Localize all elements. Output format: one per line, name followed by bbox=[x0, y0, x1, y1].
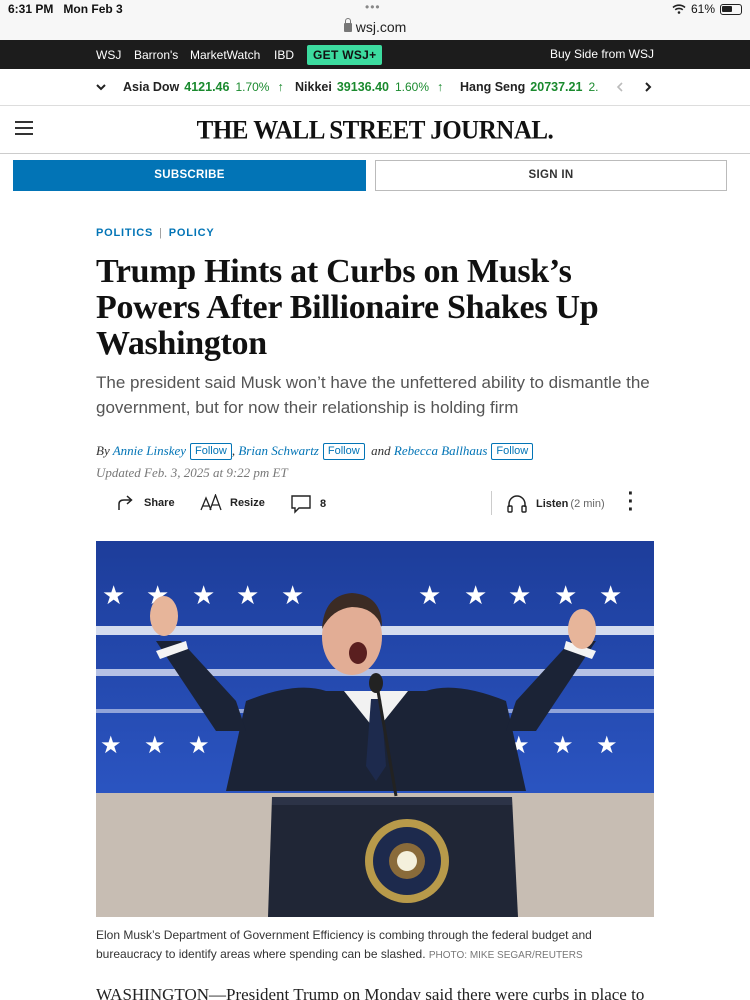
svg-text:★: ★ bbox=[552, 732, 574, 759]
svg-text:★: ★ bbox=[508, 580, 531, 610]
market-ticker: Asia Dow 4121.46 1.70% ↑ Nikkei 39136.40 1.60… bbox=[0, 69, 750, 106]
photo-credit: PHOTO: MIKE SEGAR/REUTERS bbox=[428, 950, 583, 961]
more-options-icon[interactable]: · · · bbox=[626, 484, 636, 520]
article-hero-image[interactable]: ★ ★ ★ ★ ★ ★ ★ ★ ★ ★ ★ ★ ★ ★ ★ ★ bbox=[96, 541, 654, 917]
svg-text:★: ★ bbox=[144, 732, 166, 759]
multitask-dots-icon[interactable]: ••• bbox=[365, 0, 381, 14]
svg-text:★: ★ bbox=[192, 580, 215, 610]
chevron-down-icon[interactable] bbox=[95, 82, 107, 92]
toolbar-divider bbox=[491, 491, 492, 515]
resize-button[interactable]: Resize bbox=[200, 494, 265, 512]
comment-count: 8 bbox=[320, 498, 327, 510]
listen-button[interactable]: Listen (2 min) bbox=[506, 494, 605, 514]
updated-timestamp: Updated Feb. 3, 2025 at 9:22 pm ET bbox=[96, 465, 288, 480]
arrow-up-icon: ↑ bbox=[437, 80, 444, 94]
battery-icon bbox=[720, 3, 742, 15]
subscribe-button[interactable]: SUBSCRIBE bbox=[13, 160, 366, 191]
svg-text:★: ★ bbox=[418, 580, 441, 610]
arrow-up-icon: ↑ bbox=[277, 80, 284, 94]
buy-side-link[interactable]: Buy Side from WSJ bbox=[550, 47, 654, 61]
ticker-item[interactable]: Hang Seng 20737.21 2. bbox=[460, 80, 598, 94]
svg-text:★: ★ bbox=[102, 580, 125, 610]
follow-button[interactable]: Follow bbox=[491, 443, 534, 460]
network-sites-bar: WSJ Barron's MarketWatch IBD GET WSJ+ Bu… bbox=[0, 40, 750, 69]
author-link[interactable]: Brian Schwartz bbox=[238, 443, 319, 458]
follow-button[interactable]: Follow bbox=[190, 443, 232, 460]
section-link-politics[interactable]: POLITICS bbox=[96, 227, 153, 239]
browser-status-bar: 6:31 PM Mon Feb 3 ••• wsj.com 61% bbox=[0, 0, 750, 40]
lock-icon bbox=[343, 18, 352, 32]
follow-button[interactable]: Follow bbox=[322, 443, 365, 460]
ticker-item[interactable]: Nikkei 39136.40 1.60% ↑ bbox=[295, 80, 443, 94]
wsj-logo[interactable]: THE WALL STREET JOURNAL. bbox=[0, 116, 750, 145]
byline: By Annie Linskey Follow, Brian Schwartz Fo… bbox=[96, 443, 534, 460]
masthead: THE WALL STREET JOURNAL. bbox=[0, 106, 750, 154]
author-link[interactable]: Annie Linskey bbox=[113, 443, 186, 458]
battery-percent: 61% bbox=[690, 2, 715, 16]
svg-text:★: ★ bbox=[188, 732, 210, 759]
chevron-left-icon[interactable] bbox=[615, 81, 625, 93]
article-dek: The president said Musk won’t have the u… bbox=[96, 373, 650, 417]
get-wsj-plus-button[interactable]: GET WSJ+ bbox=[307, 45, 383, 65]
svg-text:★: ★ bbox=[554, 580, 577, 610]
comments-button[interactable]: 8 bbox=[290, 494, 326, 514]
status-time: 6:31 PM Mon Feb 3 bbox=[8, 2, 123, 16]
status-indicators: 61% bbox=[672, 2, 742, 16]
article-toolbar: Share Resize 8 Listen (2 min) · · · bbox=[0, 484, 750, 520]
article-headline: Trump Hints at Curbs on Musk’s Powers Af… bbox=[96, 253, 599, 362]
section-link-policy[interactable]: POLICY bbox=[169, 227, 215, 239]
site-link-wsj[interactable]: WSJ bbox=[96, 48, 121, 62]
comment-icon bbox=[291, 495, 311, 514]
share-button[interactable]: Share bbox=[116, 494, 175, 512]
address-bar[interactable]: wsj.com bbox=[0, 18, 750, 35]
article-body-paragraph: WASHINGTON—President Trump on Monday sai… bbox=[96, 985, 645, 1000]
svg-text:★: ★ bbox=[100, 732, 122, 759]
url-text: wsj.com bbox=[355, 19, 407, 35]
svg-text:★: ★ bbox=[464, 580, 487, 610]
svg-text:★: ★ bbox=[596, 732, 618, 759]
svg-text:★: ★ bbox=[281, 580, 304, 610]
section-breadcrumb: POLITICS | POLICY bbox=[96, 227, 215, 239]
sign-in-button[interactable]: SIGN IN bbox=[375, 160, 727, 191]
chevron-right-icon[interactable] bbox=[643, 81, 653, 93]
photo-caption: Elon Musk’s Department of Government Eff… bbox=[96, 928, 592, 961]
svg-text:★: ★ bbox=[236, 580, 259, 610]
svg-text:★: ★ bbox=[599, 580, 622, 610]
headphones-icon bbox=[507, 495, 527, 513]
ticker-item[interactable]: Asia Dow 4121.46 1.70% ↑ bbox=[123, 80, 284, 94]
listen-duration: (2 min) bbox=[570, 498, 605, 510]
wifi-icon bbox=[672, 4, 686, 14]
share-icon bbox=[118, 495, 133, 510]
hero-illustration: ★ ★ ★ ★ ★ ★ ★ ★ ★ ★ ★ ★ ★ ★ ★ ★ bbox=[96, 541, 654, 917]
text-resize-icon bbox=[200, 494, 222, 511]
breadcrumb-separator: | bbox=[159, 227, 163, 239]
site-link-marketwatch[interactable]: MarketWatch bbox=[190, 48, 260, 62]
author-link[interactable]: Rebecca Ballhaus bbox=[394, 443, 488, 458]
site-link-barrons[interactable]: Barron's bbox=[134, 48, 178, 62]
site-link-ibd[interactable]: IBD bbox=[274, 48, 294, 62]
